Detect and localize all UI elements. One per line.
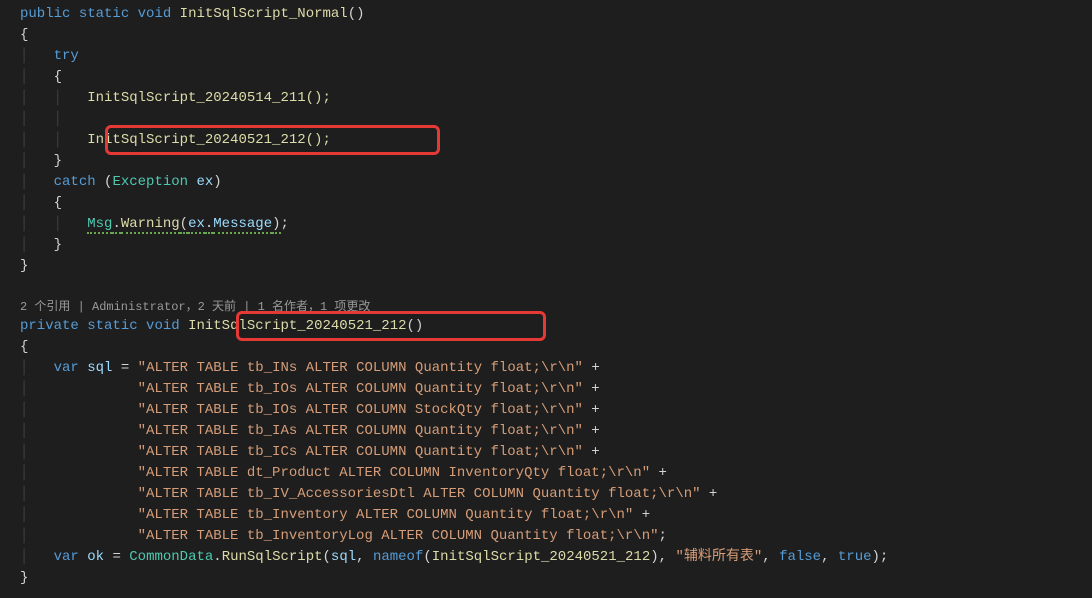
code-line[interactable]: { [20, 337, 1092, 358]
method-warning: Warning [121, 216, 180, 234]
code-line[interactable]: │ var sql = "ALTER TABLE tb_INs ALTER CO… [20, 358, 1092, 379]
class-msg: Msg [87, 216, 112, 234]
string-literal: "ALTER TABLE tb_ICs ALTER COLUMN Quantit… [138, 444, 583, 460]
string-literal: "ALTER TABLE tb_IV_AccessoriesDtl ALTER … [138, 486, 701, 502]
keyword-static: static [87, 318, 137, 334]
keyword-catch: catch [54, 174, 96, 190]
code-line[interactable]: │ │ Msg.Warning(ex.Message); [20, 214, 1092, 235]
parens: () [407, 318, 424, 334]
keyword-private: private [20, 318, 79, 334]
string-literal: "ALTER TABLE tb_IAs ALTER COLUMN Quantit… [138, 423, 583, 439]
nameof-arg: InitSqlScript_20240521_212 [432, 549, 650, 565]
keyword-var: var [54, 360, 79, 376]
type-exception: Exception [112, 174, 188, 190]
code-line[interactable]: │ { [20, 193, 1092, 214]
string-literal: "ALTER TABLE dt_Product ALTER COLUMN Inv… [138, 465, 650, 481]
code-line[interactable]: │ catch (Exception ex) [20, 172, 1092, 193]
string-literal: "ALTER TABLE tb_InventoryLog ALTER COLUM… [138, 528, 659, 544]
code-line[interactable]: │ │ InitSqlScript_20240514_211(); [20, 88, 1092, 109]
code-line[interactable]: │ "ALTER TABLE tb_IOs ALTER COLUMN Quant… [20, 379, 1092, 400]
bool-true: true [838, 549, 872, 565]
code-line[interactable]: │ "ALTER TABLE tb_InventoryLog ALTER COL… [20, 526, 1092, 547]
code-line[interactable]: │ "ALTER TABLE dt_Product ALTER COLUMN I… [20, 463, 1092, 484]
bool-false: false [779, 549, 821, 565]
code-line[interactable]: │ │ [20, 109, 1092, 130]
code-line[interactable]: │ var ok = CommonData.RunSqlScript(sql, … [20, 547, 1092, 568]
string-literal: "ALTER TABLE tb_IOs ALTER COLUMN StockQt… [138, 402, 583, 418]
codelens[interactable]: 2 个引用 | Administrator，2 天前 | 1 名作者，1 项更改 [20, 298, 1092, 316]
var-ex: ex [188, 216, 205, 234]
keyword-public: public [20, 6, 70, 22]
code-line[interactable]: │ "ALTER TABLE tb_IV_AccessoriesDtl ALTE… [20, 484, 1092, 505]
keyword-static: static [79, 6, 129, 22]
method-call-highlighted: InitSqlScript_20240521_212(); [87, 132, 331, 148]
code-line[interactable]: │ "ALTER TABLE tb_IOs ALTER COLUMN Stock… [20, 400, 1092, 421]
var-sql-ref: sql [331, 549, 356, 565]
class-commondata: CommonData [129, 549, 213, 565]
parens: () [348, 6, 365, 22]
string-literal: "辅料所有表" [675, 549, 762, 565]
code-line[interactable]: private static void InitSqlScript_202405… [20, 316, 1092, 337]
keyword-try: try [54, 48, 79, 64]
method-call: InitSqlScript_20240514_211(); [87, 90, 331, 106]
var-ex: ex [196, 174, 213, 190]
keyword-void: void [146, 318, 180, 334]
code-line[interactable]: │ "ALTER TABLE tb_ICs ALTER COLUMN Quant… [20, 442, 1092, 463]
blank-line[interactable] [20, 277, 1092, 298]
prop-message: Message [213, 216, 272, 234]
code-line[interactable]: { [20, 25, 1092, 46]
keyword-void: void [138, 6, 172, 22]
code-line[interactable]: } [20, 568, 1092, 589]
keyword-nameof: nameof [373, 549, 423, 565]
code-line[interactable]: │ │ InitSqlScript_20240521_212(); [20, 130, 1092, 151]
code-line[interactable]: } [20, 256, 1092, 277]
code-line[interactable]: │ "ALTER TABLE tb_Inventory ALTER COLUMN… [20, 505, 1092, 526]
code-line[interactable]: │ "ALTER TABLE tb_IAs ALTER COLUMN Quant… [20, 421, 1092, 442]
var-ok: ok [87, 549, 104, 565]
method-name-highlighted: InitSqlScript_20240521_212 [188, 318, 406, 334]
code-line[interactable]: │ { [20, 67, 1092, 88]
code-line[interactable]: │ } [20, 151, 1092, 172]
method-runsqlscript: RunSqlScript [222, 549, 323, 565]
keyword-var: var [54, 549, 79, 565]
code-line[interactable]: │ } [20, 235, 1092, 256]
string-literal: "ALTER TABLE tb_IOs ALTER COLUMN Quantit… [138, 381, 583, 397]
method-name: InitSqlScript_Normal [180, 6, 348, 22]
code-line[interactable]: public static void InitSqlScript_Normal(… [20, 4, 1092, 25]
string-literal: "ALTER TABLE tb_INs ALTER COLUMN Quantit… [138, 360, 583, 376]
string-literal: "ALTER TABLE tb_Inventory ALTER COLUMN Q… [138, 507, 634, 523]
var-sql: sql [87, 360, 112, 376]
code-line[interactable]: │ try [20, 46, 1092, 67]
